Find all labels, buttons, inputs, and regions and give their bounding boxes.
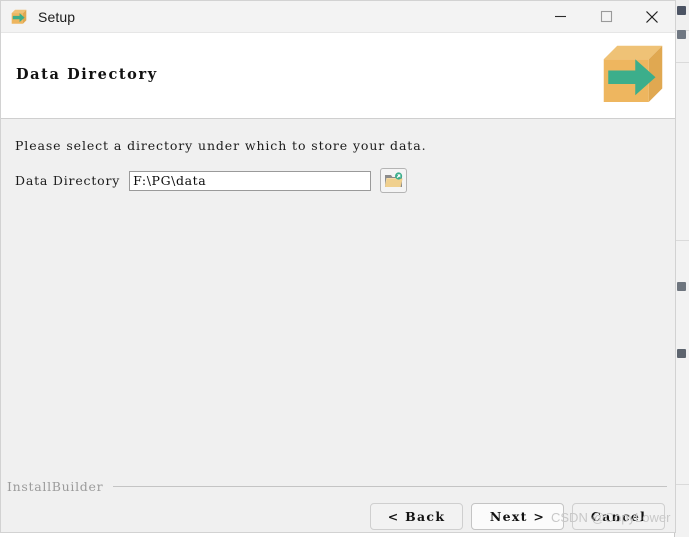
close-icon[interactable]: [629, 1, 675, 32]
browse-folder-button[interactable]: [380, 168, 408, 193]
background-window-icon: [677, 349, 686, 358]
cancel-button[interactable]: Cancel: [572, 503, 665, 530]
background-window-divider: [675, 62, 689, 63]
setup-window: Setup Data Directory Please select a dir…: [0, 0, 676, 533]
page-title: Data Directory: [16, 66, 158, 83]
header-band: Data Directory: [1, 33, 675, 119]
background-window-icon: [677, 282, 686, 291]
data-directory-input[interactable]: [129, 170, 372, 191]
wizard-button-row: < Back Next > Cancel: [370, 503, 665, 530]
next-button[interactable]: Next >: [471, 503, 564, 530]
maximize-icon[interactable]: [583, 1, 629, 32]
installbuilder-brand: InstallBuilder: [7, 479, 104, 494]
window-title: Setup: [38, 8, 76, 25]
background-window-divider: [675, 240, 689, 241]
background-window-icon: [677, 6, 686, 15]
footer-area: InstallBuilder < Back Next > Cancel: [1, 467, 675, 532]
package-box-arrow-icon: [10, 8, 28, 26]
background-window-divider: [675, 484, 689, 485]
back-button[interactable]: < Back: [370, 503, 463, 530]
folder-browse-icon: [384, 172, 403, 189]
data-directory-field-row: Data Directory: [15, 168, 408, 193]
data-directory-label: Data Directory: [15, 173, 121, 188]
content-area: Please select a directory under which to…: [1, 119, 675, 467]
brand-row: InstallBuilder: [7, 479, 667, 494]
instruction-text: Please select a directory under which to…: [15, 138, 427, 153]
background-window-strip[interactable]: [674, 0, 689, 537]
package-box-arrow-logo: [597, 39, 669, 111]
window-controls: [537, 1, 675, 32]
title-bar[interactable]: Setup: [1, 1, 675, 33]
minimize-icon[interactable]: [537, 1, 583, 32]
background-window-icon: [677, 30, 686, 39]
footer-divider: [113, 486, 667, 487]
background-window-titlebar: [675, 0, 689, 31]
